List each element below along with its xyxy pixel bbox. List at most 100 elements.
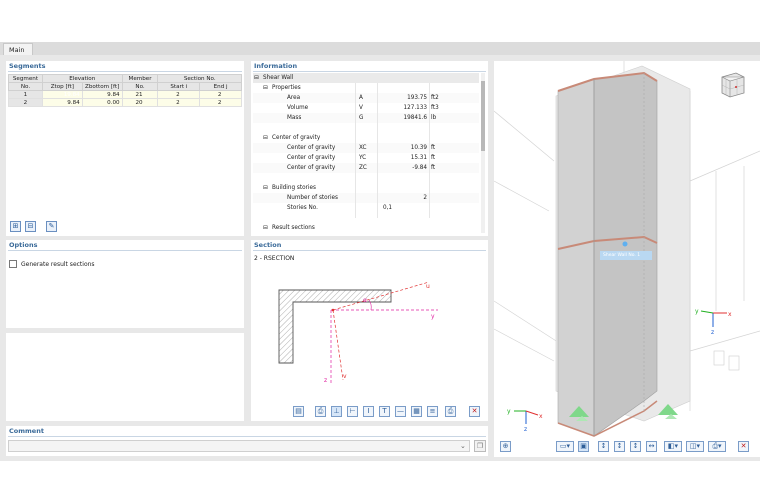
section-print-icon[interactable]: ⎙ (315, 406, 326, 417)
section-label-v: v (343, 373, 347, 380)
group-properties[interactable]: ⊟ Properties (253, 83, 479, 93)
information-scrollbar[interactable] (481, 73, 485, 233)
group-building-stories[interactable]: ⊟ Building stories (253, 183, 479, 193)
l-section-shape (278, 289, 392, 364)
delete-row-icon[interactable]: ⊟ (25, 221, 36, 232)
col-zbottom: Zbottom [ft] (81, 82, 123, 91)
cell-end[interactable]: 2 (199, 90, 242, 99)
view-y-icon[interactable]: ↕ (614, 441, 625, 452)
local-axis-x-label: x (728, 311, 732, 318)
information-panel: Information ⊟ Shear Wall ⊟ Properties Area… (251, 61, 488, 236)
edit-segment-icon[interactable]: ✎ (46, 221, 57, 232)
cell-start[interactable]: 2 (157, 90, 201, 99)
local-axis-z-label: z (711, 329, 714, 336)
local-axis-y-label: y (695, 308, 699, 315)
info-row-mass: Mass G 19841.6 lb (253, 113, 479, 123)
info-row-zc: Center of gravity ZC -9.84 ft (253, 163, 479, 173)
info-row-volume: Volume V 127.133 ft3 (287, 105, 439, 111)
section-label-z: z (324, 377, 327, 384)
blank-panel (6, 333, 244, 421)
section-view-icon[interactable]: ▤ (293, 406, 304, 417)
view-settings-icon[interactable]: ▭▾ (556, 441, 574, 452)
view-x-icon[interactable]: ↕ (598, 441, 609, 452)
global-axis-z-label: z (524, 426, 527, 433)
comment-input[interactable] (8, 440, 470, 452)
section-panel: Section 2 - RSECTION u y z v α ▤ ⎙ ⊥ ⊢ I… (251, 240, 488, 421)
shear-wall-face-left (557, 78, 595, 437)
row-no: 2 (8, 98, 43, 107)
tab-strip (0, 42, 760, 55)
col-ztop: Ztop [ft] (41, 82, 83, 91)
chevron-down-icon[interactable]: ⌄ (460, 442, 466, 450)
cell-ztop[interactable]: 19.84 (41, 90, 83, 99)
section-label-alpha: α (363, 297, 367, 304)
col-member-no: No. (121, 82, 159, 91)
cell-zbottom[interactable]: 9.84 (81, 90, 123, 99)
col-segment: Segment (8, 74, 43, 83)
generate-result-sections-label: Generate result sections (21, 261, 95, 268)
model-3d-view: x y z x y z (494, 61, 760, 437)
segments-panel: Segments Segment Elevation Member Sectio… (6, 61, 244, 236)
print-icon[interactable]: ⎙▾ (708, 441, 726, 452)
global-axis-x-label: x (539, 413, 543, 420)
col-end: End j (199, 82, 242, 91)
cell-zbottom[interactable]: 0.00 (81, 98, 123, 107)
section-shape-t-icon[interactable]: T (379, 406, 390, 417)
col-member: Member (121, 74, 159, 83)
section-shape-i-icon[interactable]: I (363, 406, 374, 417)
viewport-select-icon[interactable]: ⊕ (500, 441, 511, 452)
reset-view-icon[interactable]: ✕ (738, 441, 749, 452)
section-table-icon[interactable]: ▦ (411, 406, 422, 417)
comment-title: Comment (9, 427, 44, 435)
segments-table: Segment Elevation Member Section No. No.… (8, 74, 242, 107)
group-center-of-gravity[interactable]: ⊟ Center of gravity (253, 133, 479, 143)
section-dims-icon[interactable]: ⊢ (347, 406, 358, 417)
section-drawing: u y z v α (278, 281, 438, 384)
col-segment-no: No. (8, 82, 43, 91)
cell-member[interactable]: 21 (121, 90, 159, 99)
cell-start[interactable]: 2 (157, 98, 201, 107)
information-tree: ⊟ Shear Wall ⊟ Properties Area A 193.75 ft… (253, 73, 479, 233)
comment-panel: Comment ⌄ ❐ (6, 426, 488, 456)
section-stack-icon[interactable]: ≡ (427, 406, 438, 417)
information-title: Information (254, 62, 298, 70)
view-layers-icon[interactable]: ◫▾ (686, 441, 704, 452)
view-z-icon[interactable]: ↕ (630, 441, 641, 452)
row-no: 1 (8, 90, 43, 99)
info-row-area: Area A 193.75 ft2 (253, 93, 479, 103)
options-panel: Options Generate result sections (6, 240, 244, 328)
col-elevation: Elevation (41, 74, 123, 83)
comment-copy-icon[interactable]: ❐ (474, 440, 486, 452)
info-row-stories-no: Stories No. 0,1 (287, 205, 393, 211)
generate-result-sections-checkbox[interactable] (9, 260, 17, 268)
section-printer-icon[interactable]: ⎙ (445, 406, 456, 417)
section-title: Section (254, 241, 282, 249)
info-row-yc: Center of gravity YC 15.31 ft (287, 155, 436, 161)
group-result-sections[interactable]: ⊟ Result sections (253, 223, 479, 233)
cell-end[interactable]: 2 (199, 98, 242, 107)
tab-main[interactable]: Main (3, 43, 33, 55)
options-title: Options (9, 241, 38, 249)
global-axis-y-label: y (507, 408, 511, 415)
section-axes-icon[interactable]: ⊥ (331, 406, 342, 417)
insert-row-icon[interactable]: ⊞ (10, 221, 21, 232)
wall-label-tag: Shear Wall No. 1 (600, 251, 652, 260)
col-start: Start i (157, 82, 201, 91)
cell-ztop[interactable]: 9.84 (41, 98, 83, 107)
cell-member[interactable]: 20 (121, 98, 159, 107)
section-reset-icon[interactable]: ✕ (469, 406, 480, 417)
view-cube-icon[interactable] (716, 71, 746, 99)
view-iso-icon[interactable]: ↔ (646, 441, 657, 452)
table-row[interactable]: 2 9.84 0.00 20 2 2 (8, 98, 242, 107)
table-row[interactable]: 1 19.84 9.84 21 2 2 (8, 90, 242, 99)
tree-root[interactable]: ⊟ Shear Wall (253, 73, 479, 83)
section-label-y: y (431, 313, 435, 320)
section-line-icon[interactable]: — (395, 406, 406, 417)
view-display-icon[interactable]: ▣ (578, 441, 589, 452)
segments-title: Segments (9, 62, 46, 70)
col-section-no: Section No. (157, 74, 242, 83)
view-render-icon[interactable]: ◧▾ (664, 441, 682, 452)
info-row-number-of-stories: Number of stories 2 (253, 193, 479, 203)
info-row-xc: Center of gravity XC 10.39 ft (253, 143, 479, 153)
model-viewport[interactable]: x y z x y z Shear Wall No. 1 (494, 61, 760, 437)
